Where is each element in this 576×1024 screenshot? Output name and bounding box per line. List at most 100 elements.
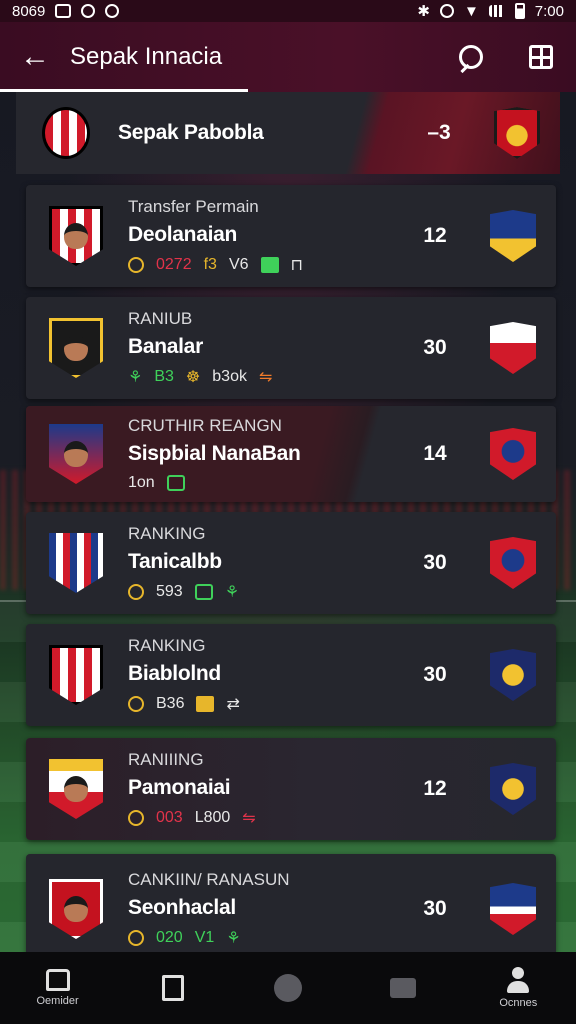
item-name: Seonhaclal	[128, 896, 236, 919]
item-category: RANIIING	[128, 750, 204, 769]
item-meta: 020 V1 ⚘	[128, 928, 400, 948]
player-crest-icon	[49, 206, 103, 266]
nav-label: Ocnnes	[499, 997, 538, 1009]
meta-value: B3	[154, 368, 174, 385]
alarm-icon	[439, 4, 454, 18]
meta-value: L800	[194, 809, 231, 826]
meta-value: ☸	[185, 369, 201, 386]
page-title: Sepak Innacia	[70, 43, 223, 70]
meta-value: V6	[228, 256, 249, 273]
grid-icon	[529, 45, 553, 69]
meta-value: ⇋	[258, 369, 273, 386]
lock-icon	[166, 475, 185, 491]
wifi-icon: ▼	[463, 2, 479, 20]
meta-value: ⚘	[226, 930, 241, 947]
nav-profile[interactable]: Ocnnes	[468, 967, 568, 1009]
meta-value: 003	[156, 809, 183, 826]
record-icon	[81, 4, 96, 18]
item-meta: 593 ⚘	[128, 582, 400, 602]
item-category: CRUTHIR REANGN	[128, 416, 282, 435]
club-crest-icon	[490, 649, 536, 701]
status-bar: 8069 ✱ ▼ 7:00	[0, 0, 576, 22]
meta-value: ⚘	[224, 584, 240, 601]
item-name: Pamonaiai	[128, 776, 231, 799]
coin-icon	[128, 810, 144, 826]
club-crest-icon	[490, 763, 536, 815]
list-item[interactable]: RANKING Biablolnd B36 ⇄ 30	[26, 624, 556, 726]
back-arrow-icon[interactable]: ←	[0, 40, 70, 74]
item-name: Biablolnd	[128, 662, 221, 685]
item-category: CANKIIN/ RANASUN	[128, 870, 290, 889]
item-score: 30	[423, 551, 447, 574]
meta-value: f3	[203, 256, 217, 273]
box-yellow-icon	[196, 696, 215, 712]
list-item[interactable]: RANIUB Banalar ⚘ B3 ☸ b3ok ⇋ 30	[26, 297, 556, 399]
player-crest-icon	[49, 318, 103, 378]
status-time-right: 7:00	[534, 2, 564, 20]
circle-icon	[273, 974, 302, 1002]
meta-value: V1	[194, 929, 215, 946]
search-button[interactable]	[436, 45, 506, 69]
item-category: RANIUB	[128, 309, 193, 328]
meta-value: ⇄	[226, 696, 240, 713]
item-category: Transfer Permain	[128, 197, 259, 216]
item-score: 12	[423, 224, 447, 247]
club-crest-icon	[490, 428, 536, 480]
list-item[interactable]: CANKIIN/ RANASUN Seonhaclal 020 V1 ⚘ 30	[26, 854, 556, 952]
list-item[interactable]: RANKING Tanicalbb 593 ⚘ 30	[26, 512, 556, 614]
coin-icon	[128, 930, 144, 946]
list-item[interactable]: Transfer Permain Deolanaian 0272 f3 V6 ⊓…	[26, 185, 556, 287]
nav-folder[interactable]	[353, 978, 453, 998]
opponent-crest-icon	[494, 107, 540, 159]
item-score: 30	[423, 336, 447, 359]
club-crest-icon	[490, 210, 536, 262]
nav-home[interactable]: Oemider	[8, 969, 108, 1007]
image-icon	[55, 4, 72, 18]
battery-icon	[514, 3, 525, 19]
coin-icon	[128, 257, 144, 273]
player-crest-icon	[49, 759, 103, 819]
item-name: Sispbial NanaBan	[128, 442, 301, 465]
item-meta: 1on	[128, 474, 400, 492]
item-score: 12	[423, 777, 447, 800]
nav-label: Oemider	[36, 995, 79, 1007]
signal-icon	[488, 5, 505, 17]
app-bar: ← Sepak Innacia	[0, 22, 576, 92]
meta-value: ⇋	[242, 810, 256, 827]
item-score: 30	[423, 897, 447, 920]
item-name: Banalar	[128, 335, 203, 358]
match-list[interactable]: Sepak Pabobla –3 Transfer Permain Deolan…	[0, 92, 576, 952]
user-icon	[505, 967, 531, 993]
item-meta: 0272 f3 V6 ⊓	[128, 255, 400, 275]
meta-value: ⚘	[128, 369, 143, 386]
grid-button[interactable]	[506, 45, 576, 69]
folder-icon	[390, 978, 417, 998]
match-name: Sepak Pabobla	[118, 121, 264, 144]
club-crest-icon	[490, 537, 536, 589]
nav-documents[interactable]	[123, 975, 223, 1001]
item-meta: 003 L800 ⇋	[128, 808, 400, 828]
club-crest-icon	[49, 645, 103, 705]
document-icon	[161, 975, 184, 1001]
flag-icon	[260, 257, 279, 273]
match-score: –3	[427, 121, 451, 144]
team-crest-icon	[42, 107, 90, 159]
meta-value: 020	[156, 929, 183, 946]
bottom-navigation: Oemider Ocnnes	[0, 952, 576, 1024]
meta-value: b3ok	[212, 368, 247, 385]
item-category: RANKING	[128, 636, 206, 655]
list-item[interactable]: CRUTHIR REANGN Sispbial NanaBan 1on 14	[26, 406, 556, 502]
item-name: Deolanaian	[128, 223, 238, 246]
meta-value: 593	[156, 583, 183, 600]
status-time-left: 8069	[12, 2, 46, 20]
list-item[interactable]: RANIIING Pamonaiai 003 L800 ⇋ 12	[26, 738, 556, 840]
featured-match-row[interactable]: Sepak Pabobla –3	[16, 92, 560, 174]
nav-center[interactable]	[238, 974, 338, 1002]
coin-icon	[128, 696, 144, 712]
item-meta: ⚘ B3 ☸ b3ok ⇋	[128, 367, 400, 387]
item-score: 14	[423, 442, 447, 465]
home-icon	[45, 969, 70, 991]
meta-value: B36	[156, 695, 185, 712]
player-crest-icon	[49, 424, 103, 484]
tab-indicator	[0, 89, 248, 92]
